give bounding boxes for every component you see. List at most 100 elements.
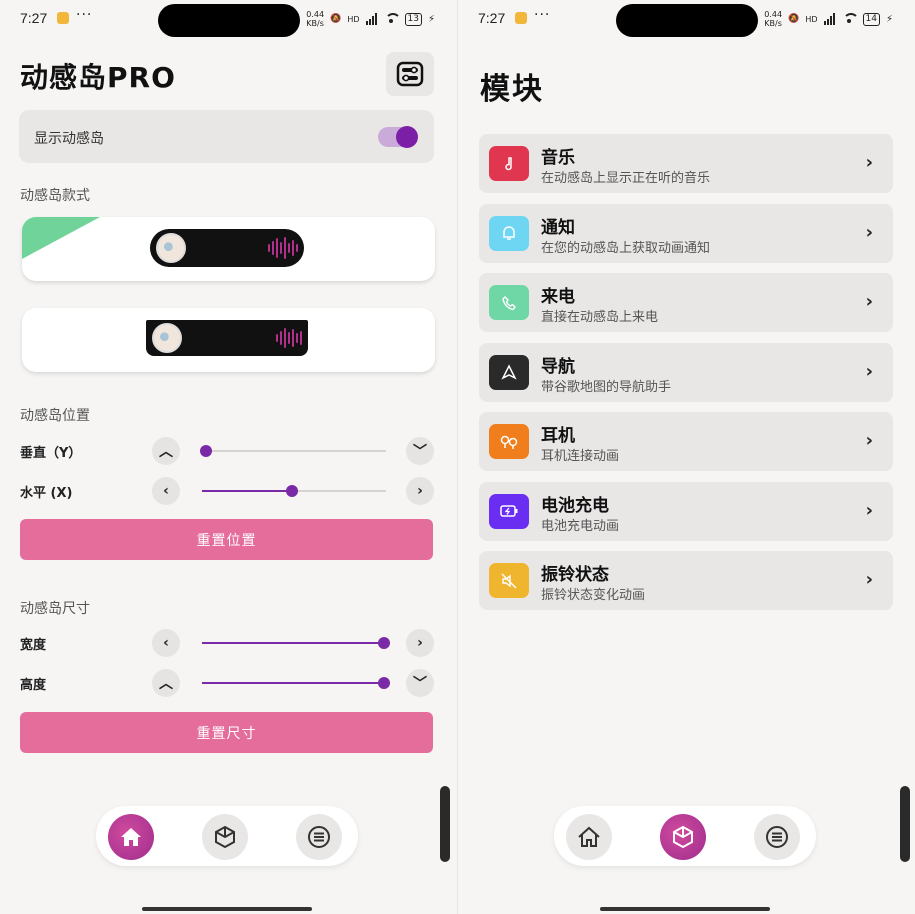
horizontal-slider[interactable] [202, 485, 386, 497]
home-indicator[interactable] [142, 907, 312, 911]
style-section-label: 动感岛款式 [20, 188, 90, 204]
island-preview-square [146, 320, 308, 356]
status-icons: 0.44 KB/s 🔕 HD 14 ⚡ [764, 10, 893, 28]
module-item-6[interactable]: 振铃状态 振铃状态变化动画 › [479, 551, 893, 610]
island-preview-rounded [150, 229, 304, 267]
scrollbar[interactable] [900, 786, 910, 862]
slider-thumb[interactable] [286, 485, 299, 497]
width-decrease-button[interactable]: ‹ [152, 629, 180, 657]
signal-icon [823, 13, 835, 25]
module-item-5[interactable]: 电池充电电池充电动画 › [479, 481, 893, 541]
module-title: 电池充电 [541, 495, 609, 516]
horizontal-label: 水平 (X) [20, 486, 73, 501]
hd-label: HD [347, 14, 360, 24]
module-title: 耳机 [541, 426, 575, 446]
status-time: 7:27 [478, 10, 506, 26]
more-notifications-icon: ··· [534, 7, 551, 23]
module-item-2[interactable]: 来电直接在动感岛上来电 › [479, 273, 893, 332]
battery-icon: 14 [862, 12, 880, 26]
network-speed: 0.44 KB/s [764, 10, 783, 28]
bottom-nav [554, 806, 816, 866]
sound-wave-icon [276, 326, 302, 350]
chevron-right-icon: › [865, 152, 873, 173]
menu-icon [308, 826, 330, 848]
home-indicator[interactable] [600, 907, 770, 911]
show-island-toggle[interactable] [378, 126, 418, 148]
chevron-right-icon: › [865, 360, 873, 382]
module-item-3[interactable]: 导航 带谷歌地图的导航助手 › [479, 342, 893, 402]
show-island-label: 显示动感岛 [34, 131, 104, 147]
vertical-slider[interactable] [199, 445, 386, 457]
vertical-label: 垂直（Y） [20, 446, 82, 461]
notification-icon [515, 12, 527, 24]
album-art-thumbnail [152, 323, 182, 353]
chevron-right-icon: › [865, 569, 873, 590]
scrollbar[interactable] [440, 786, 450, 862]
settings-button[interactable] [386, 52, 434, 96]
reset-size-button[interactable]: 重置尺寸 [20, 712, 433, 753]
battery-icon: 13 [404, 12, 422, 26]
island-style-option-2[interactable] [22, 308, 435, 372]
height-slider[interactable] [202, 677, 391, 689]
module-title: 振铃状态 [541, 565, 609, 585]
album-art-thumbnail [156, 233, 186, 263]
mute-icon [489, 563, 529, 598]
module-title: 来电 [541, 287, 575, 307]
height-slider-row: 高度 ︿ ﹀ [20, 669, 435, 697]
status-time: 7:27 [20, 10, 48, 26]
home-icon [121, 828, 141, 846]
show-island-row: 显示动感岛 [19, 110, 434, 163]
menu-icon [766, 826, 788, 848]
charging-icon: ⚡ [427, 13, 435, 25]
size-section-label: 动感岛尺寸 [20, 601, 90, 617]
mute-status-icon: 🔕 [788, 14, 800, 24]
chevron-right-icon: › [865, 291, 873, 312]
nav-home-button[interactable] [566, 814, 612, 860]
module-item-1[interactable]: 通知 在您的动感岛上获取动画通知 › [479, 203, 893, 263]
position-section-label: 动感岛位置 [20, 408, 90, 424]
home-icon [578, 826, 600, 847]
slider-thumb[interactable] [199, 445, 212, 457]
height-down-button[interactable]: ﹀ [406, 669, 434, 697]
sound-wave-icon [268, 236, 298, 260]
chevron-right-icon: › [417, 483, 423, 499]
modules-screen: 7:27 ··· 0.44 KB/s 🔕 HD 14 ⚡ 模块 音乐 在动感岛上显… [458, 0, 915, 914]
module-item-0[interactable]: 音乐 在动感岛上显示正在听的音乐 › [479, 134, 893, 193]
horizontal-right-button[interactable]: › [406, 477, 434, 505]
nav-menu-button[interactable] [754, 814, 800, 860]
vertical-up-button[interactable]: ︿ [152, 437, 180, 465]
reset-position-button[interactable]: 重置位置 [20, 519, 433, 560]
signal-icon [365, 13, 377, 25]
mute-status-icon: 🔕 [330, 14, 342, 24]
hd-label: HD [805, 14, 818, 24]
width-increase-button[interactable]: › [406, 629, 434, 657]
module-title: 通知 [541, 217, 575, 238]
module-subtitle: 电池充电动画 [541, 518, 620, 534]
status-icons: 0.44 KB/s 🔕 HD 13 ⚡ [306, 10, 435, 28]
nav-modules-button[interactable] [202, 814, 248, 860]
horizontal-left-button[interactable]: ‹ [152, 477, 180, 505]
chevron-right-icon: › [865, 499, 873, 521]
selected-corner-marker [22, 217, 100, 259]
slider-thumb[interactable] [378, 637, 391, 649]
battery-level: 13 [407, 14, 419, 24]
wifi-icon [841, 13, 859, 25]
height-label: 高度 [20, 678, 47, 693]
vertical-down-button[interactable]: ﹀ [406, 437, 434, 465]
charging-icon: ⚡ [885, 13, 893, 25]
nav-home-button[interactable] [108, 814, 154, 860]
module-subtitle: 在您的动感岛上获取动画通知 [541, 240, 711, 256]
module-item-4[interactable]: 耳机 耳机连接动画 › [479, 412, 893, 471]
slider-thumb[interactable] [378, 677, 391, 689]
width-slider[interactable] [202, 637, 391, 649]
nav-menu-button[interactable] [296, 814, 342, 860]
height-up-button[interactable]: ︿ [152, 669, 180, 697]
bell-icon [489, 215, 529, 251]
chevron-right-icon: › [865, 430, 873, 451]
nav-modules-button[interactable] [660, 814, 706, 860]
module-subtitle: 直接在动感岛上来电 [541, 310, 659, 325]
chevron-left-icon: ‹ [163, 635, 169, 651]
chevron-down-icon: ﹀ [413, 676, 427, 692]
island-style-option-1[interactable] [22, 217, 435, 281]
chevron-down-icon: ﹀ [413, 444, 427, 460]
